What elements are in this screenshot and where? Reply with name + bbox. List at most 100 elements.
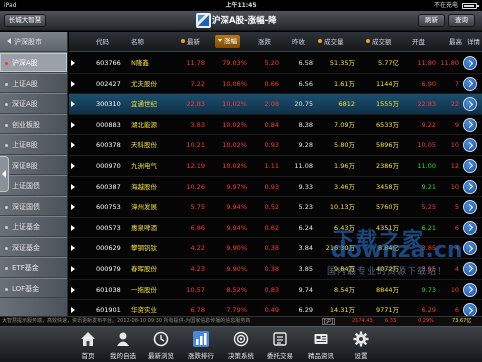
cell-open: 11.80 bbox=[417, 59, 436, 67]
detail-disclosure-icon[interactable] bbox=[463, 138, 477, 153]
table-row[interactable]: 000970 九洲电气 12.19 10.02% 1.11 11.08 1.96万 2386万… bbox=[69, 156, 482, 177]
refresh-button[interactable]: 刷新 bbox=[418, 14, 445, 27]
detail-disclosure-icon[interactable] bbox=[463, 200, 477, 215]
cell-high: 7 bbox=[454, 79, 459, 88]
detail-disclosure-icon[interactable] bbox=[463, 179, 477, 194]
sidebar-item[interactable]: 深证B股 bbox=[0, 154, 67, 175]
col-header-amt[interactable]: 成交额 bbox=[366, 32, 392, 51]
cell-last: 10.26 bbox=[186, 182, 205, 191]
table-row[interactable]: 000573 惠泉啤酒 6.86 9.94% 0.62 6.24 6.43万 4351万 6.2… bbox=[69, 218, 482, 239]
col-header-last[interactable]: 最新 bbox=[181, 32, 200, 51]
detail-disclosure-icon[interactable] bbox=[463, 220, 477, 235]
cell-amt: 6533万 bbox=[375, 120, 399, 129]
cell-vol: 51.35万 bbox=[329, 59, 355, 67]
bullet-icon bbox=[5, 82, 8, 86]
cell-last: 10.57 bbox=[186, 285, 205, 294]
sidebar-collapse-handle[interactable] bbox=[0, 156, 9, 192]
table-row[interactable]: 300310 宜通世纪 22.83 10.02% 2.08 20.75 6812 1555万 2… bbox=[69, 94, 482, 115]
cell-open: 6.29 bbox=[421, 306, 436, 315]
sidebar-heading[interactable]: 沪深股市 bbox=[0, 32, 67, 52]
tab-gear[interactable]: 设置 bbox=[341, 327, 381, 362]
col-header-code[interactable]: 代码 bbox=[96, 32, 109, 51]
bullet-icon bbox=[5, 246, 8, 250]
table-row[interactable]: 601038 一拖股份 10.57 8.52% 0.83 9.74 8.54万 8844万 9.… bbox=[69, 280, 482, 301]
detail-disclosure-icon[interactable] bbox=[463, 117, 477, 132]
cell-last: 3.83 bbox=[190, 120, 205, 129]
row-marker-icon bbox=[71, 204, 75, 211]
sidebar-item[interactable]: 沪深A股 bbox=[0, 52, 67, 73]
back-button[interactable]: 长城大智慧 bbox=[4, 14, 46, 27]
detail-disclosure-icon[interactable] bbox=[463, 241, 477, 256]
cell-chg: 5.20 bbox=[264, 59, 279, 67]
col-header-prev[interactable]: 昨收 bbox=[292, 32, 305, 51]
cell-code: 600387 bbox=[96, 182, 121, 191]
cell-name: 宜通世纪 bbox=[131, 100, 157, 109]
tab-target[interactable]: 决策系统 bbox=[221, 327, 261, 362]
detail-disclosure-icon[interactable] bbox=[463, 76, 477, 91]
table-row[interactable]: 000629 攀钢钒钛 4.22 9.90% 0.38 3.84 216.30万 8.84亿 3… bbox=[69, 238, 482, 259]
person-icon bbox=[115, 331, 131, 347]
tab-news[interactable]: 精品资讯 bbox=[301, 327, 341, 362]
search-button[interactable]: 查询 bbox=[448, 14, 475, 27]
clock: 上午11:45 bbox=[225, 2, 257, 9]
col-header-pct-label: 涨幅 bbox=[224, 37, 237, 45]
row-marker-icon bbox=[71, 121, 75, 128]
col-header-chg[interactable]: 涨跌 bbox=[258, 32, 271, 51]
detail-disclosure-icon[interactable] bbox=[463, 282, 477, 297]
cell-prev: 9.33 bbox=[298, 182, 313, 191]
sidebar-item-label: 深证B股 bbox=[12, 161, 38, 170]
sidebar-item[interactable]: 深证国债 bbox=[0, 195, 67, 216]
sort-desc-icon bbox=[218, 39, 222, 42]
cell-chg: 0.38 bbox=[264, 264, 279, 273]
table-row[interactable]: 000883 湖北能源 3.83 10.02% 0.84 8.38 7.09万 6533万 9.… bbox=[69, 115, 482, 136]
cell-last: 7.22 bbox=[190, 79, 205, 88]
col-header-pct[interactable]: 涨幅 bbox=[215, 35, 240, 48]
cell-chg: 0.38 bbox=[264, 244, 279, 253]
sidebar-item[interactable]: 深证A股 bbox=[0, 93, 67, 114]
sidebar-heading-label: 沪深股市 bbox=[14, 38, 42, 46]
tab-clock[interactable]: 最新浏览 bbox=[141, 327, 181, 362]
detail-disclosure-icon[interactable] bbox=[463, 158, 477, 173]
cell-code: 002427 bbox=[96, 79, 121, 88]
col-header-name[interactable]: 名称 bbox=[131, 32, 144, 51]
table-row[interactable]: 601901 华资实业 6.78 7.79% 0.49 6.29 14.31万 9771万 6.… bbox=[69, 300, 482, 316]
col-header-high[interactable]: 最高 bbox=[449, 32, 462, 51]
detail-disclosure-icon[interactable] bbox=[463, 303, 477, 316]
col-header-vol[interactable]: 成交量 bbox=[318, 32, 344, 51]
table-row[interactable]: 600387 海越股份 10.26 9.97% 0.93 9.33 3.46万 3458万 9.… bbox=[69, 177, 482, 198]
cell-name: 惠泉啤酒 bbox=[131, 223, 157, 232]
sidebar-item-label: 深证A股 bbox=[12, 100, 38, 108]
sidebar-item[interactable]: 上证国债 bbox=[0, 175, 67, 196]
table-row[interactable]: 000979 春晖股份 4.23 9.90% 0.38 3.85 9.84万 4072万 3.9… bbox=[69, 259, 482, 280]
cell-open: 6.21 bbox=[421, 223, 436, 232]
cell-name: 一拖股份 bbox=[131, 285, 157, 294]
tab-trade[interactable]: 委托交易 bbox=[260, 327, 300, 362]
sidebar-item[interactable]: ETF基金 bbox=[0, 257, 67, 278]
cell-open: 9.21 bbox=[421, 182, 436, 191]
gear-icon bbox=[353, 331, 369, 347]
detail-disclosure-icon[interactable] bbox=[463, 261, 477, 276]
sidebar-item-label: 创业板股 bbox=[12, 120, 40, 129]
cell-high: 5 bbox=[454, 203, 459, 212]
cell-last: 11.78 bbox=[186, 59, 205, 67]
table-row[interactable]: 600378 天科股份 10.21 10.02% 0.93 9.28 5.80万 5896万 1… bbox=[69, 135, 482, 156]
sidebar-item[interactable]: LOF基金 bbox=[0, 277, 67, 298]
table-row[interactable]: 002427 尤夫股份 7.22 10.06% 0.66 6.56 1.61万 1144万 6.… bbox=[69, 74, 482, 95]
table-row[interactable]: 603766 N隆鑫 11.78 79.03% 5.20 6.58 51.35万 5.77亿 1… bbox=[69, 53, 482, 74]
sidebar-item[interactable]: 上证基金 bbox=[0, 216, 67, 237]
cell-high: 10 bbox=[450, 141, 459, 150]
cell-vol: 1.61万 bbox=[334, 79, 355, 88]
detail-disclosure-icon[interactable] bbox=[463, 97, 477, 112]
tab-ranking[interactable]: 涨跌排行 bbox=[181, 327, 221, 362]
cell-last: 10.21 bbox=[186, 141, 205, 150]
sidebar-item[interactable]: 创业板股 bbox=[0, 113, 67, 134]
sidebar-item[interactable]: 上证B股 bbox=[0, 134, 67, 155]
table-row[interactable]: 600753 漳州发展 5.75 9.94% 0.52 5.23 10.13万 5760万 5.… bbox=[69, 197, 482, 218]
sidebar-item[interactable]: 上证A股 bbox=[0, 72, 67, 93]
col-header-open[interactable]: 开盘 bbox=[412, 32, 425, 51]
sidebar-item[interactable]: 深证基金 bbox=[0, 236, 67, 257]
cell-name: 攀钢钒钛 bbox=[131, 244, 157, 253]
cell-high: 22 bbox=[450, 100, 459, 109]
detail-disclosure-icon[interactable] bbox=[463, 56, 477, 70]
ticker-turnover: 73.67亿 bbox=[452, 318, 472, 324]
